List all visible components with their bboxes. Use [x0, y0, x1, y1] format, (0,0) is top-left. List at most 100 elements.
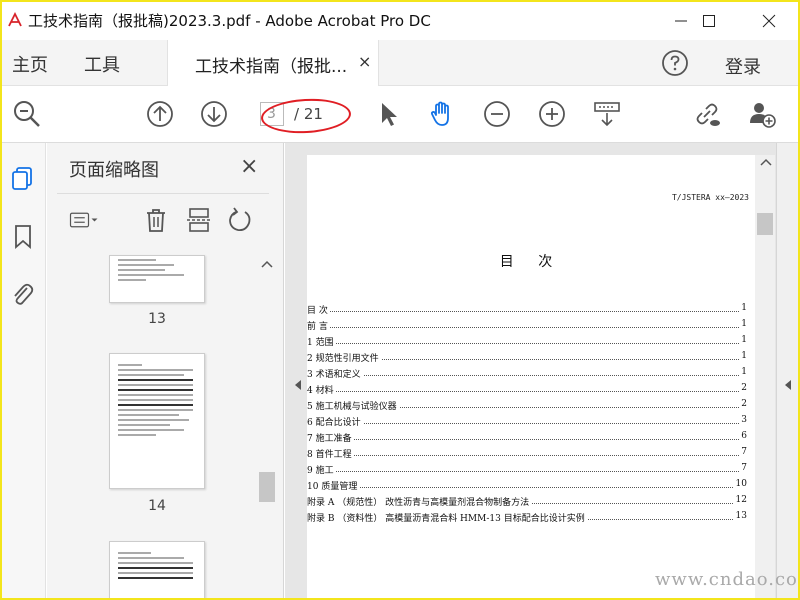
- close-icon: [762, 14, 776, 28]
- toc-entry-text: 1 范围: [307, 335, 336, 348]
- toc-entry[interactable]: 6 配合比设计 3: [307, 413, 747, 429]
- document-tab-close-button[interactable]: ×: [358, 52, 371, 71]
- scroll-up-icon[interactable]: [261, 260, 273, 268]
- panel-close-button[interactable]: ×: [240, 154, 258, 179]
- zoom-out-icon[interactable]: [482, 99, 512, 129]
- toc-leader-dots: [307, 471, 739, 472]
- thumbnail-options-icon[interactable]: [69, 205, 99, 235]
- toc-entry[interactable]: 2 规范性引用文件 1: [307, 349, 747, 365]
- toc-entry[interactable]: 1 范围 1: [307, 333, 747, 349]
- login-button[interactable]: 登录: [725, 53, 761, 79]
- page-thumbnail[interactable]: [109, 255, 205, 303]
- toc-entry-text: 2 规范性引用文件: [307, 351, 381, 364]
- toc-leader-dots: [307, 375, 739, 376]
- toc-entry-page: 13: [733, 511, 747, 521]
- toc-leader-dots: [307, 455, 739, 456]
- toc-title: 目 次: [499, 254, 563, 270]
- toc-entry-text: 5 施工机械与试验仪器: [307, 399, 399, 412]
- document-header-code: T/JSTERA xx—2023: [671, 193, 749, 202]
- toc-entry-page: 7: [739, 463, 747, 473]
- hand-tool-icon[interactable]: [427, 99, 457, 129]
- toc-entry-text: 目 次: [307, 303, 330, 316]
- nav-home[interactable]: 主页: [12, 51, 48, 77]
- maximize-icon: [703, 15, 715, 27]
- document-tab-label: 工技术指南（报批...: [195, 57, 348, 77]
- nav-tools[interactable]: 工具: [84, 51, 120, 77]
- navigation-rail: [2, 143, 46, 598]
- toc-leader-dots: [307, 343, 739, 344]
- app-window: 工技术指南（报批稿)2023.3.pdf - Adobe Acrobat Pro…: [0, 0, 800, 600]
- scroll-mode-icon[interactable]: [592, 99, 622, 129]
- toc-entry-page: 7: [739, 447, 747, 457]
- scrollbar-thumb[interactable]: [757, 213, 773, 235]
- page-thumbnails-icon[interactable]: [10, 165, 36, 191]
- help-icon[interactable]: [661, 49, 689, 77]
- share-link-icon[interactable]: [692, 99, 722, 129]
- expand-right-pane-icon[interactable]: [783, 379, 793, 391]
- extract-pages-icon[interactable]: [184, 205, 214, 235]
- toc-leader-dots: [307, 439, 739, 440]
- toolbar: 3 / 21: [2, 87, 798, 143]
- toc-entry-text: 附录 B （资料性） 高模量沥青混合料 HMM-13 目标配合比设计实例: [307, 511, 587, 524]
- document-tab[interactable]: 工技术指南（报批... ×: [167, 40, 379, 86]
- toc-entry-text: 9 施工: [307, 463, 336, 476]
- table-of-contents: 目 次1前 言11 范围 1 2 规范性引用文件 1 3 术语和定义 1 4 材料 2 5 施工…: [307, 301, 747, 525]
- toc-leader-dots: [307, 327, 739, 328]
- right-pane-strip: [776, 143, 798, 598]
- panel-title: 页面缩略图: [69, 160, 159, 181]
- page-thumbnail[interactable]: [109, 353, 205, 489]
- toc-entry-text: 前 言: [307, 319, 330, 332]
- toc-entry[interactable]: 前 言 1: [307, 317, 747, 333]
- toc-entry[interactable]: 附录 A （规范性） 改性沥青与高模量剂混合物制备方法 12: [307, 493, 747, 509]
- toc-entry-page: 10: [733, 479, 747, 489]
- toc-entry-page: 1: [739, 351, 747, 361]
- toc-entry[interactable]: 8 首件工程 7: [307, 445, 747, 461]
- toc-entry-page: 2: [739, 399, 747, 409]
- toc-entry[interactable]: 9 施工 7: [307, 461, 747, 477]
- toc-entry-text: 7 施工准备: [307, 431, 354, 444]
- scrollbar-thumb[interactable]: [259, 472, 275, 502]
- toc-entry[interactable]: 附录 B （资料性） 高模量沥青混合料 HMM-13 目标配合比设计实例 13: [307, 509, 747, 525]
- panel-divider: [57, 193, 269, 194]
- delete-page-icon[interactable]: [141, 205, 171, 235]
- toc-entry-page: 3: [739, 415, 747, 425]
- page-thumbnail[interactable]: [109, 541, 205, 598]
- maximize-button[interactable]: [686, 2, 732, 40]
- bookmark-icon[interactable]: [10, 223, 36, 249]
- window-title: 工技术指南（报批稿)2023.3.pdf - Adobe Acrobat Pro…: [28, 12, 431, 30]
- toc-entry[interactable]: 目 次 1: [307, 301, 747, 317]
- toc-leader-dots: [307, 311, 739, 312]
- next-page-icon[interactable]: [199, 99, 229, 129]
- rotate-page-icon[interactable]: [225, 205, 255, 235]
- document-scrollbar[interactable]: [755, 155, 775, 598]
- zoom-in-icon[interactable]: [537, 99, 567, 129]
- toc-entry-text: 3 术语和定义: [307, 367, 363, 380]
- thumbnails-panel: 页面缩略图 × 13 14: [47, 143, 284, 598]
- toc-entry-text: 8 首件工程: [307, 447, 354, 460]
- zoom-search-icon[interactable]: [12, 99, 42, 129]
- toc-entry-page: 12: [733, 495, 747, 505]
- previous-page-icon[interactable]: [145, 99, 175, 129]
- close-window-button[interactable]: [746, 2, 792, 40]
- toc-entry-page: 6: [739, 431, 747, 441]
- toc-leader-dots: [307, 391, 739, 392]
- thumbnail-scrollbar[interactable]: [257, 253, 275, 598]
- toc-leader-dots: [307, 423, 739, 424]
- select-cursor-icon[interactable]: [374, 99, 404, 129]
- toc-entry-text: 附录 A （规范性） 改性沥青与高模量剂混合物制备方法: [307, 495, 532, 508]
- toc-entry[interactable]: 7 施工准备 6: [307, 429, 747, 445]
- toc-entry-page: 1: [739, 335, 747, 345]
- toc-entry[interactable]: 4 材料 2: [307, 381, 747, 397]
- menu-bar: 主页 工具 工技术指南（报批... × 登录: [2, 40, 798, 86]
- toc-entry[interactable]: 3 术语和定义 1: [307, 365, 747, 381]
- toc-entry[interactable]: 5 施工机械与试验仪器 2: [307, 397, 747, 413]
- scroll-up-icon[interactable]: [760, 158, 772, 166]
- collapse-left-icon[interactable]: [293, 379, 303, 391]
- toc-entry-page: 1: [739, 367, 747, 377]
- toc-entry-page: 1: [739, 319, 747, 329]
- toc-entry[interactable]: 10 质量管理 10: [307, 477, 747, 493]
- thumbnail-label: 13: [148, 311, 166, 327]
- attachment-icon[interactable]: [10, 281, 36, 307]
- title-bar: 工技术指南（报批稿)2023.3.pdf - Adobe Acrobat Pro…: [2, 2, 798, 40]
- add-user-icon[interactable]: [747, 99, 777, 129]
